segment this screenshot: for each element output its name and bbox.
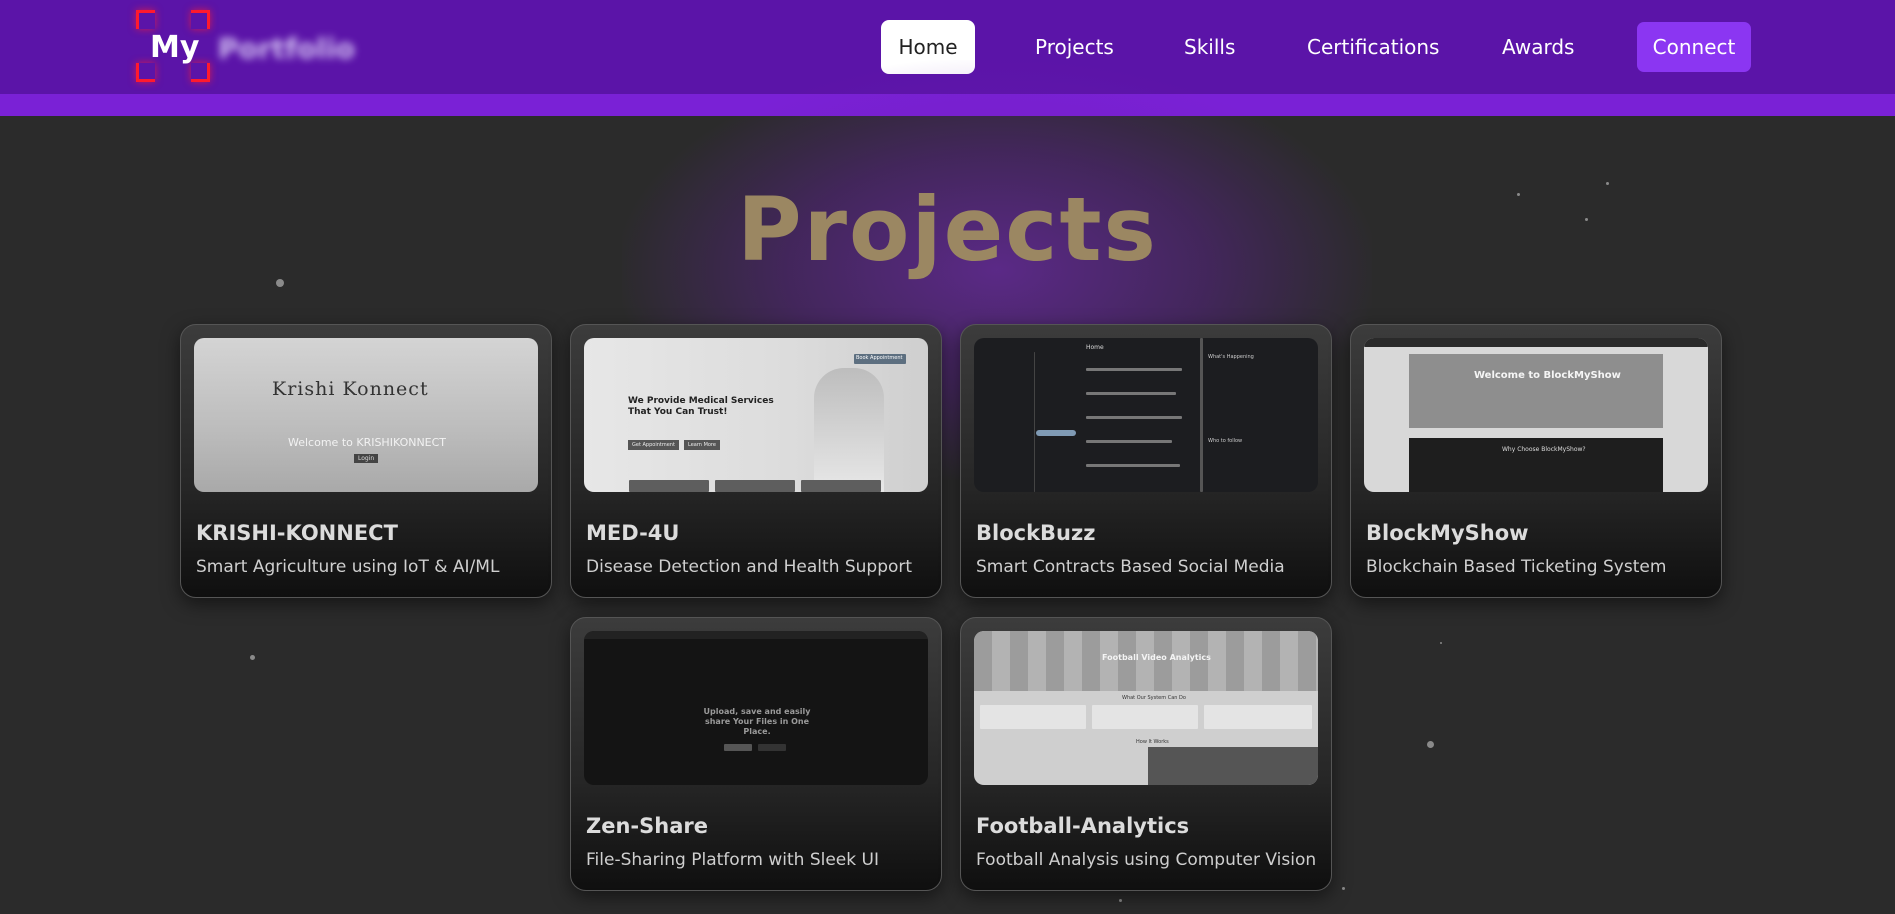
project-description: Blockchain Based Ticketing System (1366, 557, 1667, 577)
project-description: File-Sharing Platform with Sleek UI (586, 850, 879, 870)
thumb-headline: Upload, save and easily share Your Files… (703, 707, 811, 736)
logo-prefix: My (150, 30, 200, 65)
background-star (1427, 741, 1434, 748)
logo-bracket-frame: My (136, 10, 210, 82)
project-card-med-4u[interactable]: Book Appointment We Provide Medical Serv… (570, 324, 942, 598)
background-star (1342, 887, 1345, 890)
project-thumbnail: Welcome to BlockMyShow Why Choose BlockM… (1364, 338, 1708, 492)
project-thumbnail: Home What's Happening Who to follow (974, 338, 1318, 492)
thumb-side: What's Happening (1208, 354, 1254, 360)
background-star (250, 655, 255, 660)
project-card-zen-share[interactable]: Upload, save and easily share Your Files… (570, 617, 942, 891)
thumb-how: How It Works (1136, 739, 1169, 745)
connect-button[interactable]: Connect (1637, 22, 1751, 72)
logo-suffix: Portfolio (218, 32, 355, 65)
project-card-krishi-konnect[interactable]: Krishi Konnect Welcome to KRISHIKONNECT … (180, 324, 552, 598)
background-star (1119, 899, 1122, 902)
project-title: KRISHI-KONNECT (196, 521, 398, 545)
project-thumbnail: Book Appointment We Provide Medical Serv… (584, 338, 928, 492)
project-thumbnail: Krishi Konnect Welcome to KRISHIKONNECT … (194, 338, 538, 492)
project-title: Football-Analytics (976, 814, 1190, 838)
project-title: MED-4U (586, 521, 680, 545)
thumb-login: Login (354, 454, 379, 463)
project-description: Football Analysis using Computer Vision (976, 850, 1317, 870)
project-description: Smart Agriculture using IoT & AI/ML (196, 557, 500, 577)
thumb-video-panel (1148, 747, 1318, 785)
thumb-sub: What Our System Can Do (1122, 695, 1186, 701)
thumb-welcome: Welcome to BlockMyShow (1474, 370, 1621, 381)
thumb-doctor-image (814, 368, 884, 492)
project-title: BlockMyShow (1366, 521, 1529, 545)
thumb-feed: Home (1086, 344, 1104, 351)
project-card-blockmyshow[interactable]: Welcome to BlockMyShow Why Choose BlockM… (1350, 324, 1722, 598)
nav-awards[interactable]: Awards (1502, 20, 1574, 74)
thumb-cta: Book Appointment (856, 355, 903, 361)
project-thumbnail: Football Video Analytics What Our System… (974, 631, 1318, 785)
thumb-hero (1409, 354, 1663, 428)
thumb-headline: We Provide Medical Services That You Can… (628, 396, 774, 417)
project-card-football-analytics[interactable]: Football Video Analytics What Our System… (960, 617, 1332, 891)
project-thumbnail: Upload, save and easily share Your Files… (584, 631, 928, 785)
thumb-welcome: Welcome to KRISHIKONNECT (288, 436, 447, 449)
thumb-why: Why Choose BlockMyShow? (1502, 446, 1586, 453)
background-star (1440, 642, 1442, 644)
project-card-blockbuzz[interactable]: Home What's Happening Who to follow Bloc… (960, 324, 1332, 598)
project-description: Smart Contracts Based Social Media (976, 557, 1285, 577)
thumb-brand: Krishi Konnect (272, 378, 429, 400)
thumb-headline: Football Video Analytics (1102, 653, 1211, 662)
project-title: BlockBuzz (976, 521, 1096, 545)
project-description: Disease Detection and Health Support (586, 557, 913, 577)
thumb-button-1: Get Appointment (628, 440, 679, 450)
project-title: Zen-Share (586, 814, 708, 838)
thumb-button-2: Learn More (684, 440, 720, 450)
page-title: Projects (737, 178, 1158, 281)
site-logo[interactable]: My Portfolio (136, 10, 416, 82)
thumb-who: Who to follow (1208, 438, 1243, 444)
